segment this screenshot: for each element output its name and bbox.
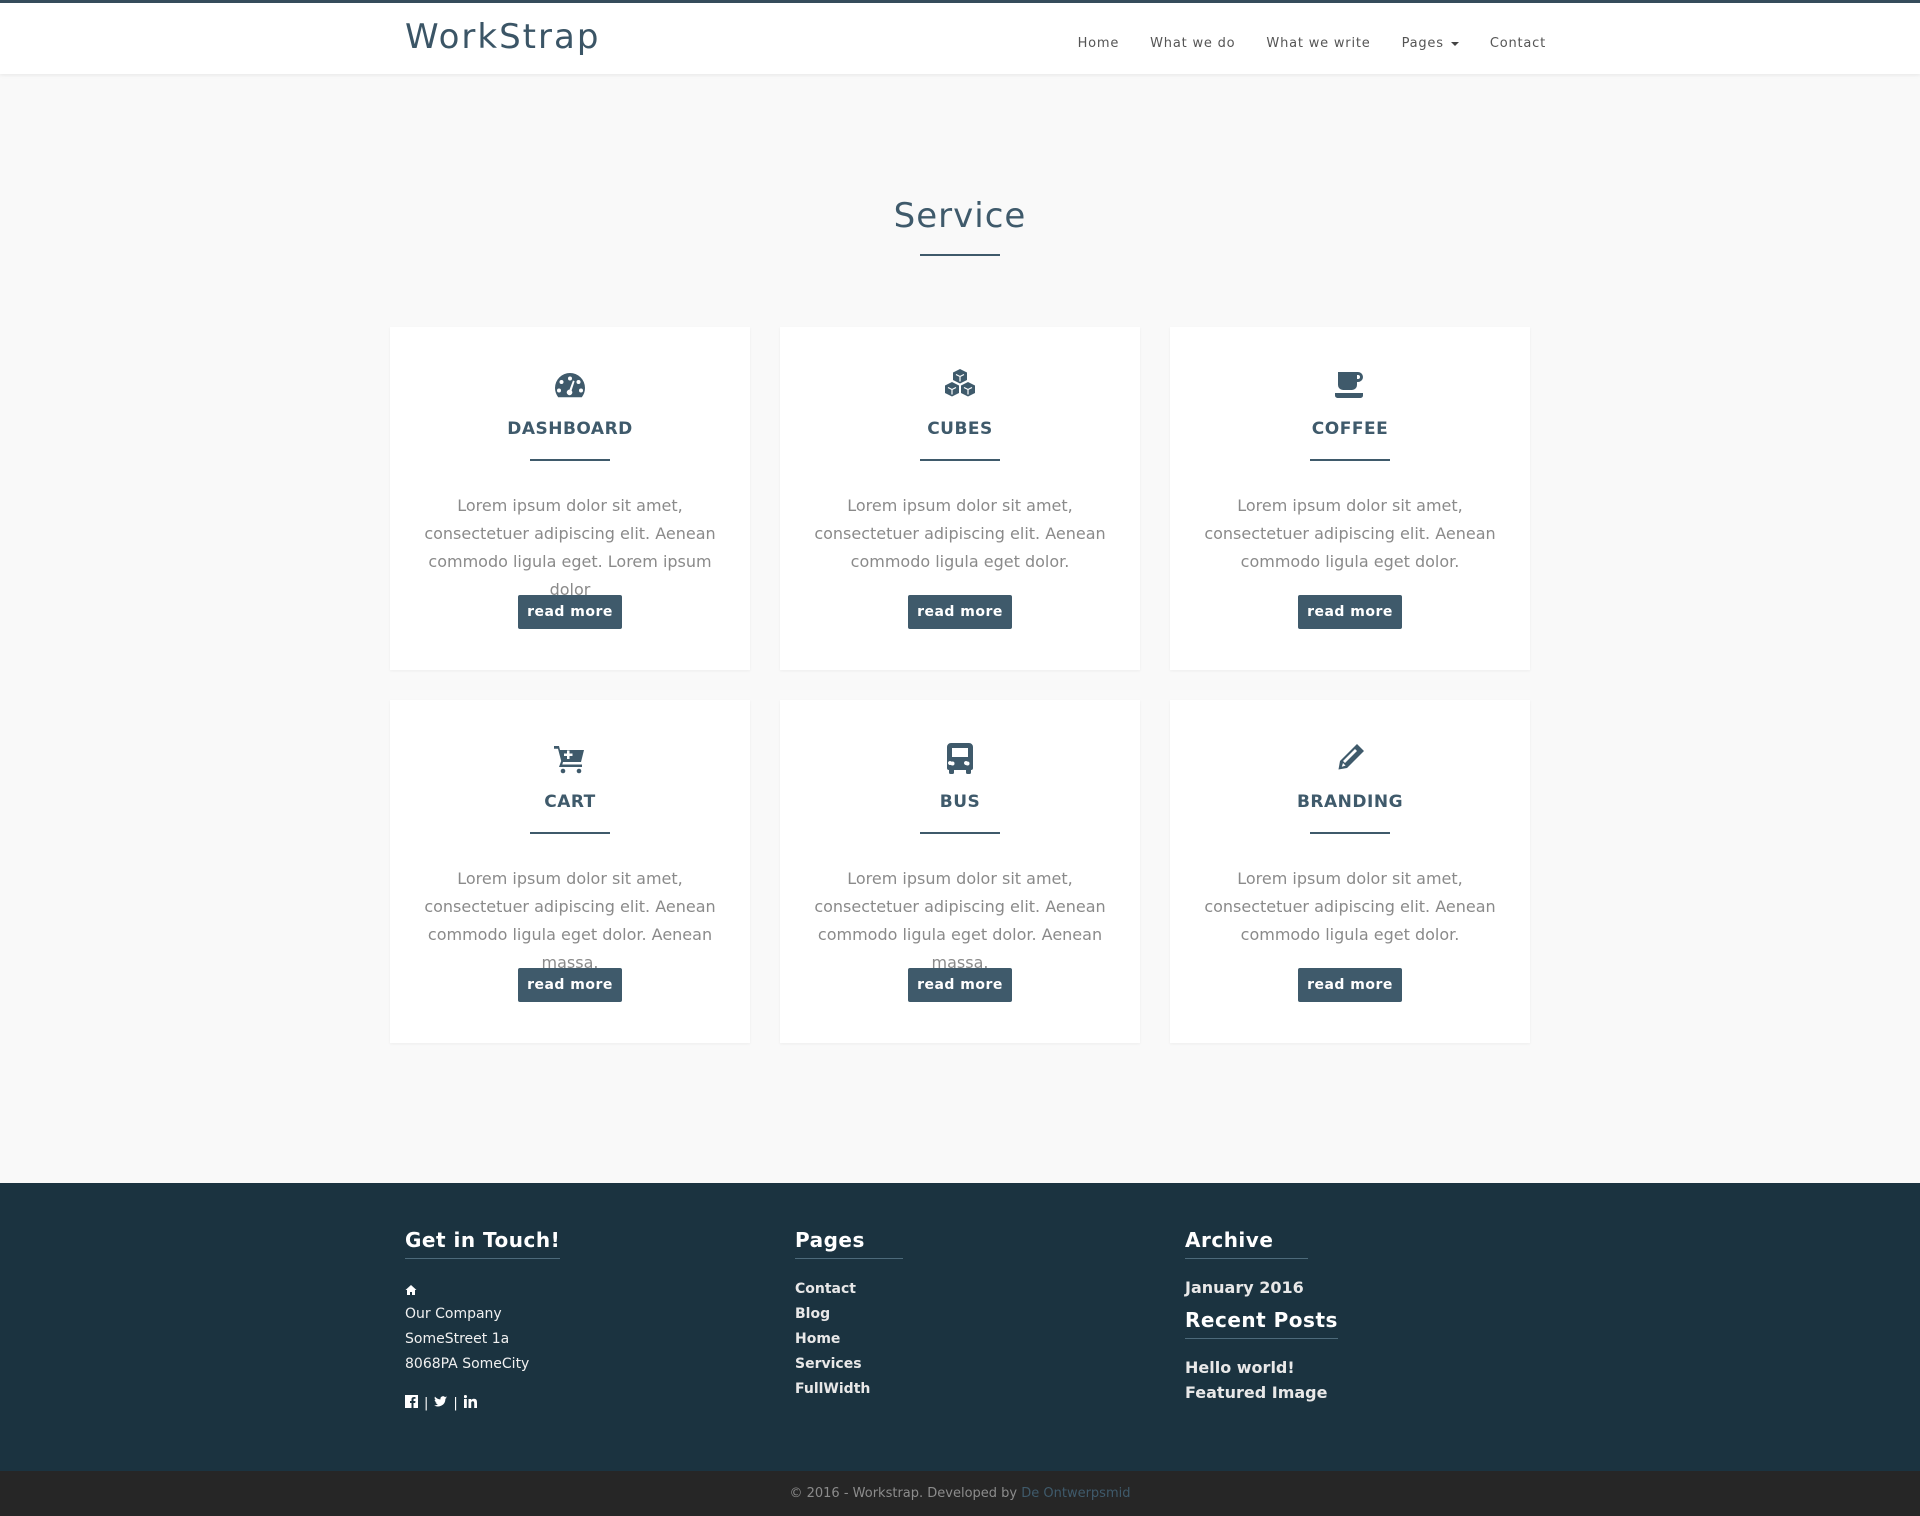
- footer-company: Our Company: [405, 1306, 502, 1322]
- navbar: WorkStrap Home What we do What we write …: [0, 0, 1920, 74]
- read-more-button[interactable]: read more: [908, 595, 1012, 629]
- pencil-icon: [1332, 740, 1368, 776]
- footer-heading-get-in-touch: Get in Touch!: [405, 1228, 561, 1259]
- cart-plus-icon: [552, 740, 588, 776]
- section-title: Service: [893, 196, 1027, 236]
- nav-what-we-write[interactable]: What we write: [1266, 36, 1370, 51]
- footer-contact-column: Get in Touch! Our Company SomeStreet 1a …: [405, 1228, 561, 1412]
- footer-city: 8068PA SomeCity: [405, 1356, 530, 1372]
- service-card-coffee: COFFEE Lorem ipsum dolor sit amet, conse…: [1170, 327, 1530, 670]
- home-icon: [405, 1277, 560, 1302]
- main-nav: Home What we do What we write Pages Cont…: [1047, 32, 1546, 51]
- service-card-bus: BUS Lorem ipsum dolor sit amet, consecte…: [780, 700, 1140, 1043]
- facebook-icon[interactable]: [405, 1395, 418, 1412]
- card-title-underline: [1310, 459, 1390, 461]
- copyright-bar: © 2016 - Workstrap. Developed by De Ontw…: [0, 1471, 1920, 1516]
- footer-pages-column: Pages Contact Blog Home Services FullWid…: [795, 1228, 903, 1402]
- card-text: Lorem ipsum dolor sit amet, consectetuer…: [814, 496, 1106, 571]
- nav-home[interactable]: Home: [1078, 36, 1120, 51]
- social-links: | |: [405, 1395, 560, 1412]
- nav-pages-label: Pages: [1401, 36, 1444, 51]
- card-title: CART: [544, 792, 596, 812]
- social-separator: |: [424, 1396, 429, 1411]
- read-more-button[interactable]: read more: [908, 968, 1012, 1002]
- footer-street: SomeStreet 1a: [405, 1331, 510, 1347]
- read-more-button[interactable]: read more: [1298, 595, 1402, 629]
- dashboard-icon: [552, 367, 588, 403]
- read-more-button[interactable]: read more: [518, 595, 622, 629]
- coffee-icon: [1332, 367, 1368, 403]
- card-title-underline: [1310, 832, 1390, 834]
- card-title-underline: [920, 459, 1000, 461]
- nav-contact[interactable]: Contact: [1490, 36, 1546, 51]
- card-text: Lorem ipsum dolor sit amet, consectetuer…: [814, 869, 1106, 972]
- footer-heading-pages: Pages: [795, 1228, 903, 1259]
- footer-heading-archive: Archive: [1185, 1228, 1309, 1259]
- card-text: Lorem ipsum dolor sit amet, consectetuer…: [1204, 496, 1496, 571]
- cubes-icon: [942, 367, 978, 403]
- twitter-icon[interactable]: [434, 1395, 448, 1412]
- card-text: Lorem ipsum dolor sit amet, consectetuer…: [1204, 869, 1496, 944]
- card-title-underline: [530, 459, 610, 461]
- card-title: BRANDING: [1296, 792, 1404, 812]
- card-title: COFFEE: [1311, 419, 1389, 439]
- service-card-cart: CART Lorem ipsum dolor sit amet, consect…: [390, 700, 750, 1043]
- service-card-cubes: CUBES Lorem ipsum dolor sit amet, consec…: [780, 327, 1140, 670]
- copyright-text: © 2016 - Workstrap. Developed by: [789, 1486, 1022, 1501]
- footer-link-home[interactable]: Home: [795, 1327, 903, 1352]
- read-more-button[interactable]: read more: [1298, 968, 1402, 1002]
- card-title-underline: [920, 832, 1000, 834]
- social-separator: |: [453, 1396, 458, 1411]
- footer-link-contact[interactable]: Contact: [795, 1277, 903, 1302]
- archive-link-january-2016[interactable]: January 2016: [1185, 1275, 1338, 1300]
- card-title: DASHBOARD: [507, 419, 633, 439]
- footer-archive-column: Archive January 2016 Recent Posts Hello …: [1185, 1228, 1338, 1405]
- developer-link[interactable]: De Ontwerpsmid: [1021, 1486, 1130, 1501]
- service-card-branding: BRANDING Lorem ipsum dolor sit amet, con…: [1170, 700, 1530, 1043]
- footer: Get in Touch! Our Company SomeStreet 1a …: [0, 1183, 1920, 1471]
- footer-heading-recent-posts: Recent Posts: [1185, 1308, 1338, 1339]
- recent-post-link[interactable]: Featured Image: [1185, 1380, 1338, 1405]
- recent-post-link[interactable]: Hello world!: [1185, 1355, 1338, 1380]
- caret-down-icon: [1450, 41, 1459, 46]
- brand-logo[interactable]: WorkStrap: [405, 17, 600, 57]
- card-text: Lorem ipsum dolor sit amet, consectetuer…: [424, 869, 716, 972]
- bus-icon: [942, 740, 978, 776]
- footer-link-fullwidth[interactable]: FullWidth: [795, 1377, 903, 1402]
- nav-pages-dropdown[interactable]: Pages: [1402, 36, 1459, 51]
- footer-link-services[interactable]: Services: [795, 1352, 903, 1377]
- nav-what-we-do[interactable]: What we do: [1150, 36, 1235, 51]
- read-more-button[interactable]: read more: [518, 968, 622, 1002]
- card-text: Lorem ipsum dolor sit amet, consectetuer…: [424, 496, 716, 599]
- card-title-underline: [530, 832, 610, 834]
- card-title: BUS: [939, 792, 981, 812]
- service-card-dashboard: DASHBOARD Lorem ipsum dolor sit amet, co…: [390, 327, 750, 670]
- section-title-underline: [920, 254, 1000, 256]
- card-title: CUBES: [927, 419, 993, 439]
- footer-link-blog[interactable]: Blog: [795, 1302, 903, 1327]
- linkedin-icon[interactable]: [463, 1395, 477, 1412]
